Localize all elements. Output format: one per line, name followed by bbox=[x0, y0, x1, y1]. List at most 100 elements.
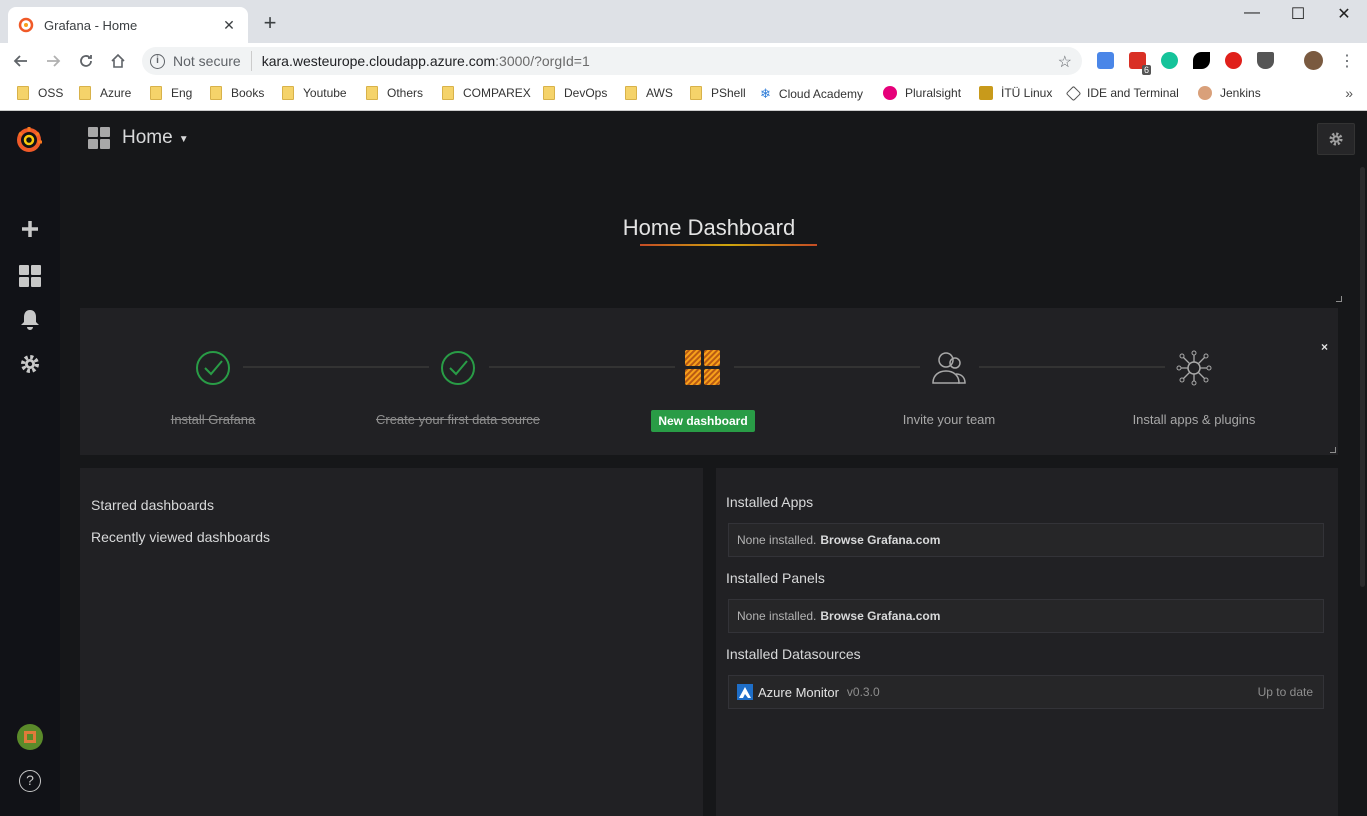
bookmarks-bar: OSS Azure Eng Books Youtube Others COMPA… bbox=[0, 79, 1367, 111]
tab-title: Grafana - Home bbox=[44, 17, 138, 33]
home-icon bbox=[111, 53, 125, 68]
browser-toolbar: i Not secure kara.westeurope.cloudapp.az… bbox=[0, 43, 1367, 79]
pocket-extension-icon[interactable] bbox=[1257, 52, 1274, 69]
bookmark-label: AWS bbox=[646, 86, 673, 100]
dashboards-icon[interactable] bbox=[18, 264, 42, 288]
title-underline bbox=[640, 244, 817, 246]
install-plugins-link[interactable]: Install apps & plugins bbox=[1074, 412, 1314, 427]
bookmark-site[interactable]: IDE and Terminal bbox=[1065, 85, 1179, 101]
step-invite-team: Invite your team bbox=[829, 348, 1069, 427]
address-bar[interactable]: i Not secure kara.westeurope.cloudapp.az… bbox=[142, 47, 1082, 75]
close-icon[interactable]: × bbox=[1321, 340, 1328, 354]
google-translate-extension-icon[interactable] bbox=[1097, 52, 1114, 69]
snowflake-icon: ❄ bbox=[760, 86, 771, 101]
bookmark-label: Pluralsight bbox=[905, 86, 962, 100]
bookmark-site[interactable]: İTÜ Linux bbox=[979, 86, 1052, 100]
security-indicator[interactable]: i Not secure bbox=[150, 51, 252, 71]
gear-icon bbox=[21, 355, 39, 373]
step-new-dashboard: New dashboard bbox=[583, 348, 823, 432]
datasource-row[interactable]: Azure Monitor v0.3.0 Up to date bbox=[728, 675, 1324, 709]
plugins-icon bbox=[1176, 350, 1212, 386]
browse-grafana-link[interactable]: Browse Grafana.com bbox=[820, 533, 940, 547]
bookmark-site[interactable]: Jenkins bbox=[1198, 86, 1261, 100]
fish-extension-icon[interactable] bbox=[1193, 52, 1210, 69]
bookmark-folder[interactable]: Azure bbox=[79, 86, 131, 100]
dashboard-picker[interactable]: Home ▼ bbox=[88, 127, 189, 149]
grid-icon bbox=[19, 265, 41, 287]
url-text: kara.westeurope.cloudapp.azure.com:3000/… bbox=[262, 53, 1082, 69]
tab-close-icon[interactable]: ✕ bbox=[220, 17, 238, 34]
grafana-sidemenu: ? bbox=[0, 111, 60, 816]
bookmark-label: PShell bbox=[711, 86, 746, 100]
reload-button[interactable] bbox=[74, 49, 98, 73]
invite-team-link[interactable]: Invite your team bbox=[829, 412, 1069, 427]
bookmark-star-icon[interactable]: ☆ bbox=[1058, 52, 1072, 72]
bookmark-label: OSS bbox=[38, 86, 64, 100]
dashboard-settings-button[interactable] bbox=[1317, 123, 1355, 155]
security-label: Not secure bbox=[173, 53, 241, 69]
window-close-button[interactable]: ✕ bbox=[1321, 4, 1367, 28]
dashboard-title-panel: Home Dashboard bbox=[80, 171, 1342, 302]
browse-grafana-link[interactable]: Browse Grafana.com bbox=[820, 609, 940, 623]
browser-menu-icon[interactable]: ⋮ bbox=[1339, 51, 1355, 71]
jenkins-icon bbox=[1198, 86, 1212, 100]
alerting-bell-icon[interactable] bbox=[18, 308, 42, 332]
bookmark-label: İTÜ Linux bbox=[1001, 86, 1053, 100]
adblock-extension-icon[interactable] bbox=[1225, 52, 1242, 69]
panel-resize-handle[interactable] bbox=[1330, 447, 1336, 453]
bookmark-folder[interactable]: Books bbox=[210, 86, 264, 100]
new-dashboard-button[interactable]: New dashboard bbox=[651, 410, 755, 432]
starred-dashboards-heading[interactable]: Starred dashboards bbox=[91, 497, 214, 513]
bookmark-label: Eng bbox=[171, 86, 193, 100]
page-scrollbar[interactable] bbox=[1360, 167, 1365, 587]
browser-tab[interactable]: Grafana - Home ✕ bbox=[8, 7, 248, 43]
caret-down-icon: ▼ bbox=[178, 134, 189, 145]
starred-dashboards-panel: Starred dashboards Recently viewed dashb… bbox=[80, 468, 703, 816]
bookmark-folder[interactable]: Others bbox=[366, 86, 423, 100]
bookmark-label: Jenkins bbox=[1220, 86, 1261, 100]
datasource-name[interactable]: Azure Monitor bbox=[758, 685, 839, 700]
bookmark-folder[interactable]: Youtube bbox=[282, 86, 347, 100]
bookmark-folder[interactable]: PShell bbox=[690, 86, 746, 100]
bookmark-site[interactable]: ❄ Cloud Academy bbox=[760, 86, 863, 102]
folder-icon bbox=[150, 86, 162, 100]
check-circle-icon bbox=[196, 351, 230, 385]
bookmark-folder[interactable]: AWS bbox=[625, 86, 673, 100]
folder-icon bbox=[366, 86, 378, 100]
step-label: Create your first data source bbox=[375, 412, 541, 427]
minimize-button[interactable]: — bbox=[1229, 4, 1275, 28]
gear-icon bbox=[1329, 132, 1343, 146]
info-icon: i bbox=[150, 53, 165, 69]
help-button[interactable]: ? bbox=[18, 769, 42, 793]
bookmark-folder[interactable]: COMPAREX bbox=[442, 86, 531, 100]
forward-button[interactable] bbox=[41, 49, 65, 73]
bookmark-site[interactable]: Pluralsight bbox=[883, 86, 961, 100]
profile-avatar[interactable] bbox=[1304, 51, 1323, 70]
plus-icon bbox=[22, 221, 38, 237]
new-tab-button[interactable]: + bbox=[258, 12, 282, 36]
extension-badge-icon[interactable]: 6 bbox=[1129, 52, 1151, 75]
panel-resize-handle[interactable] bbox=[1336, 296, 1342, 302]
create-plus-icon[interactable] bbox=[18, 217, 42, 241]
user-avatar[interactable] bbox=[16, 723, 44, 751]
empty-text: None installed. bbox=[737, 609, 817, 623]
step-install-grafana: Install Grafana bbox=[93, 348, 333, 427]
grafana-logo-icon[interactable] bbox=[14, 125, 44, 155]
ide-diamond-icon bbox=[1065, 85, 1082, 101]
configuration-gear-icon[interactable] bbox=[18, 352, 42, 376]
back-button[interactable] bbox=[9, 49, 33, 73]
dashboard-title: Home Dashboard bbox=[622, 215, 796, 240]
bookmarks-overflow-button[interactable]: » bbox=[1345, 85, 1353, 101]
bookmark-folder[interactable]: Eng bbox=[150, 86, 192, 100]
grammarly-extension-icon[interactable] bbox=[1161, 52, 1178, 69]
folder-icon bbox=[210, 86, 222, 100]
bookmark-folder[interactable]: OSS bbox=[17, 86, 63, 100]
empty-text: None installed. bbox=[737, 533, 817, 547]
bookmark-folder[interactable]: DevOps bbox=[543, 86, 607, 100]
dashboard-grid-icon bbox=[88, 127, 110, 149]
recently-viewed-heading[interactable]: Recently viewed dashboards bbox=[91, 529, 270, 545]
maximize-button[interactable]: ☐ bbox=[1275, 4, 1321, 28]
grafana-logo-svg bbox=[17, 127, 42, 152]
home-button[interactable] bbox=[106, 49, 130, 73]
bookmark-label: Youtube bbox=[303, 86, 347, 100]
